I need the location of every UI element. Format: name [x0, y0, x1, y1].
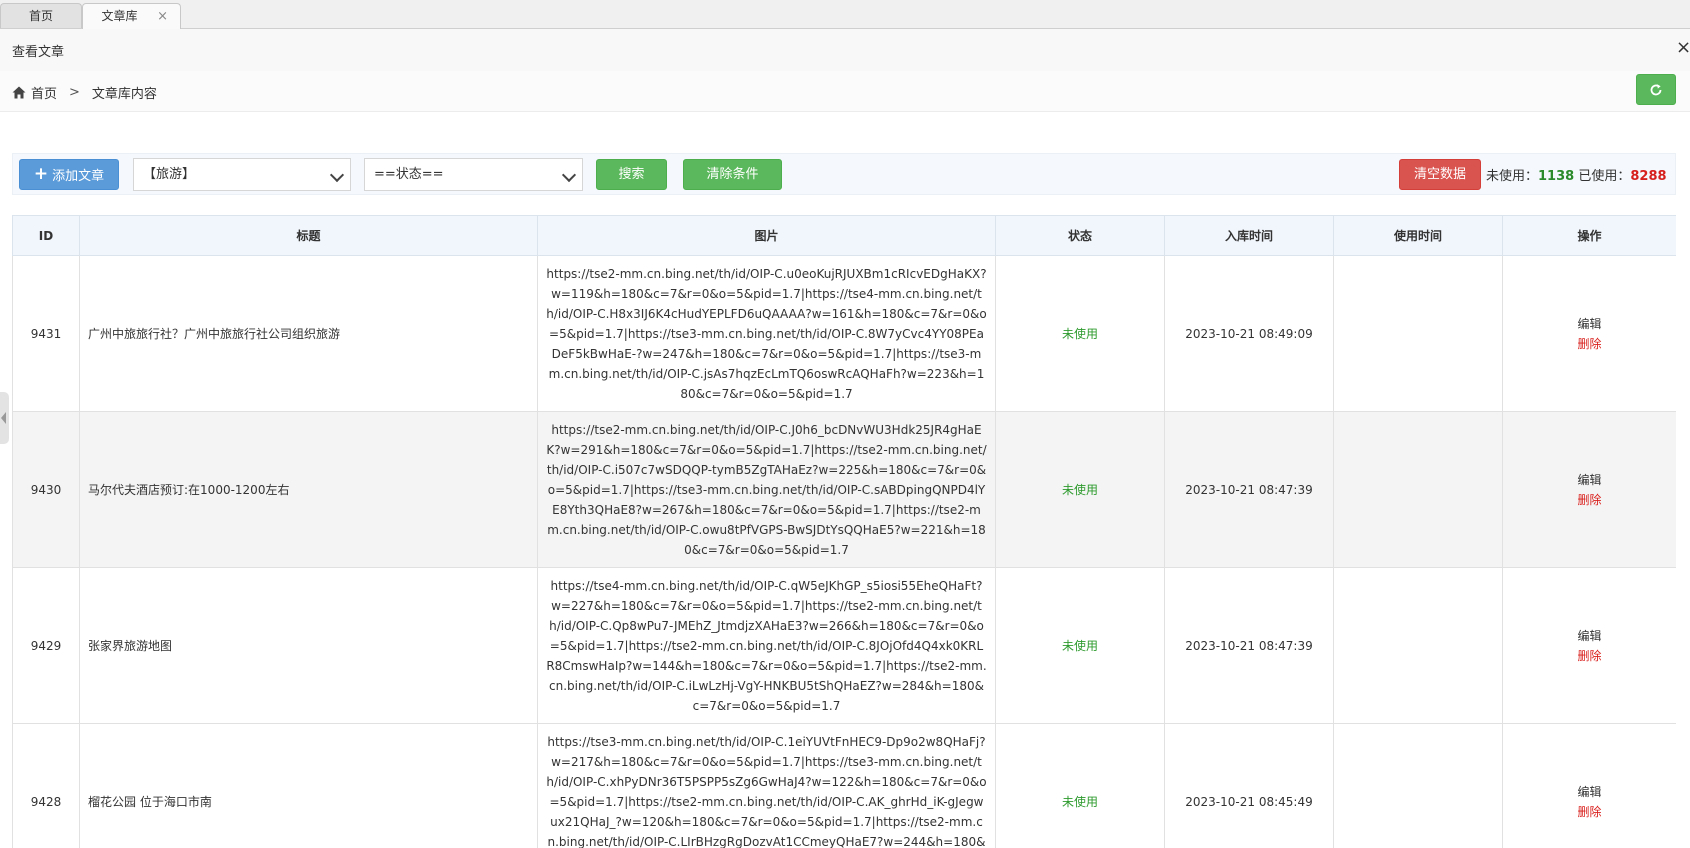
cell-created-time: 2023-10-21 08:47:39 [1164, 567, 1334, 724]
cell-actions: 编辑 删除 [1502, 567, 1676, 724]
unused-label: 未使用： [1486, 169, 1539, 184]
cell-actions: 编辑 删除 [1502, 723, 1676, 848]
header-id: ID [12, 215, 80, 256]
refresh-icon [1650, 83, 1662, 95]
category-select-value: 【旅游】 [143, 167, 196, 182]
delete-link[interactable]: 删除 [1504, 334, 1675, 354]
cell-images: https://tse4-mm.cn.bing.net/th/id/OIP-C.… [537, 567, 996, 724]
panel-close-icon[interactable]: × [1676, 37, 1690, 58]
tab-bar: 首页 文章库 × [0, 0, 1690, 29]
delete-link[interactable]: 删除 [1504, 490, 1675, 510]
chevron-down-icon [561, 167, 577, 183]
header-status: 状态 [995, 215, 1165, 256]
cell-title: 榴花公园 位于海口市南 [79, 723, 538, 848]
breadcrumb-separator: > [69, 85, 80, 100]
article-table: ID 标题 图片 状态 入库时间 使用时间 操作 9431 广州中旅旅行社？广州… [12, 215, 1676, 848]
cell-created-time: 2023-10-21 08:49:09 [1164, 255, 1334, 412]
breadcrumb-home-link[interactable]: 首页 [31, 83, 57, 102]
add-article-label: 添加文章 [52, 169, 105, 184]
cell-id: 9430 [12, 411, 80, 568]
breadcrumb-bar: 首页 > 文章库内容 [0, 71, 1690, 112]
cell-used-time [1333, 567, 1503, 724]
tab-article-library[interactable]: 文章库 × [82, 3, 181, 29]
status-badge: 未使用 [1061, 483, 1098, 497]
status-badge: 未使用 [1061, 327, 1098, 341]
table-row: 9431 广州中旅旅行社？广州中旅旅行社公司组织旅游 https://tse2-… [12, 255, 1676, 412]
cell-status: 未使用 [995, 723, 1165, 848]
edit-link[interactable]: 编辑 [1504, 314, 1675, 334]
breadcrumb-current: 文章库内容 [91, 87, 157, 102]
refresh-button[interactable] [1636, 74, 1676, 105]
unused-count: 1138 [1538, 169, 1575, 184]
used-count: 8288 [1630, 169, 1667, 184]
status-badge: 未使用 [1061, 795, 1098, 809]
edit-link[interactable]: 编辑 [1504, 626, 1675, 646]
cell-used-time [1333, 723, 1503, 848]
tab-home[interactable]: 首页 [0, 3, 82, 28]
used-label: 已使用： [1578, 169, 1631, 184]
table-row: 9430 马尔代夫酒店预订:在1000-1200左右 https://tse2-… [12, 411, 1676, 568]
header-actions: 操作 [1502, 215, 1676, 256]
panel-header: 查看文章 × [0, 29, 1690, 72]
status-select[interactable]: ==状态== [364, 158, 583, 191]
search-button[interactable]: 搜索 [596, 159, 667, 190]
cell-used-time [1333, 255, 1503, 412]
tab-home-label: 首页 [28, 9, 53, 23]
status-select-value: ==状态== [374, 167, 444, 182]
cell-actions: 编辑 删除 [1502, 255, 1676, 412]
cell-actions: 编辑 删除 [1502, 411, 1676, 568]
cell-used-time [1333, 411, 1503, 568]
cell-id: 9429 [12, 567, 80, 724]
clear-conditions-button[interactable]: 清除条件 [683, 159, 782, 190]
table-row: 9429 张家界旅游地图 https://tse4-mm.cn.bing.net… [12, 567, 1676, 724]
cell-created-time: 2023-10-21 08:45:49 [1164, 723, 1334, 848]
chevron-down-icon [329, 167, 345, 183]
header-created-time: 入库时间 [1164, 215, 1334, 256]
cell-images: https://tse3-mm.cn.bing.net/th/id/OIP-C.… [537, 723, 996, 848]
cell-title: 张家界旅游地图 [79, 567, 538, 724]
cell-status: 未使用 [995, 411, 1165, 568]
category-select[interactable]: 【旅游】 [133, 158, 351, 191]
cell-images: https://tse2-mm.cn.bing.net/th/id/OIP-C.… [537, 411, 996, 568]
header-used-time: 使用时间 [1333, 215, 1503, 256]
cell-id: 9431 [12, 255, 80, 412]
add-article-button[interactable]: + 添加文章 [19, 159, 119, 190]
header-images: 图片 [537, 215, 996, 256]
home-icon [12, 86, 26, 99]
usage-stats: 未使用：1138 已使用：8288 [1486, 165, 1667, 184]
cell-status: 未使用 [995, 255, 1165, 412]
cell-images: https://tse2-mm.cn.bing.net/th/id/OIP-C.… [537, 255, 996, 412]
table-row: 9428 榴花公园 位于海口市南 https://tse3-mm.cn.bing… [12, 723, 1676, 848]
article-table-container: ID 标题 图片 状态 入库时间 使用时间 操作 9431 广州中旅旅行社？广州… [12, 215, 1676, 848]
cell-status: 未使用 [995, 567, 1165, 724]
clear-data-button[interactable]: 清空数据 [1399, 159, 1481, 190]
filter-toolbar: + 添加文章 【旅游】 ==状态== 搜索 清除条件 清空数据 未使用：1138… [12, 153, 1676, 195]
header-title: 标题 [79, 215, 538, 256]
delete-link[interactable]: 删除 [1504, 646, 1675, 666]
status-badge: 未使用 [1061, 639, 1098, 653]
edit-link[interactable]: 编辑 [1504, 782, 1675, 802]
cell-created-time: 2023-10-21 08:47:39 [1164, 411, 1334, 568]
tab-close-icon[interactable]: × [157, 4, 168, 29]
plus-icon: + [33, 164, 49, 184]
panel-title: 查看文章 [12, 45, 65, 60]
edit-link[interactable]: 编辑 [1504, 470, 1675, 490]
cell-title: 广州中旅旅行社？广州中旅旅行社公司组织旅游 [79, 255, 538, 412]
tab-article-library-label: 文章库 [101, 9, 138, 23]
sidebar-toggle-handle[interactable] [0, 392, 9, 444]
cell-title: 马尔代夫酒店预订:在1000-1200左右 [79, 411, 538, 568]
cell-id: 9428 [12, 723, 80, 848]
delete-link[interactable]: 删除 [1504, 802, 1675, 822]
breadcrumb: 首页 > 文章库内容 [12, 83, 157, 102]
table-header-row: ID 标题 图片 状态 入库时间 使用时间 操作 [12, 215, 1676, 256]
